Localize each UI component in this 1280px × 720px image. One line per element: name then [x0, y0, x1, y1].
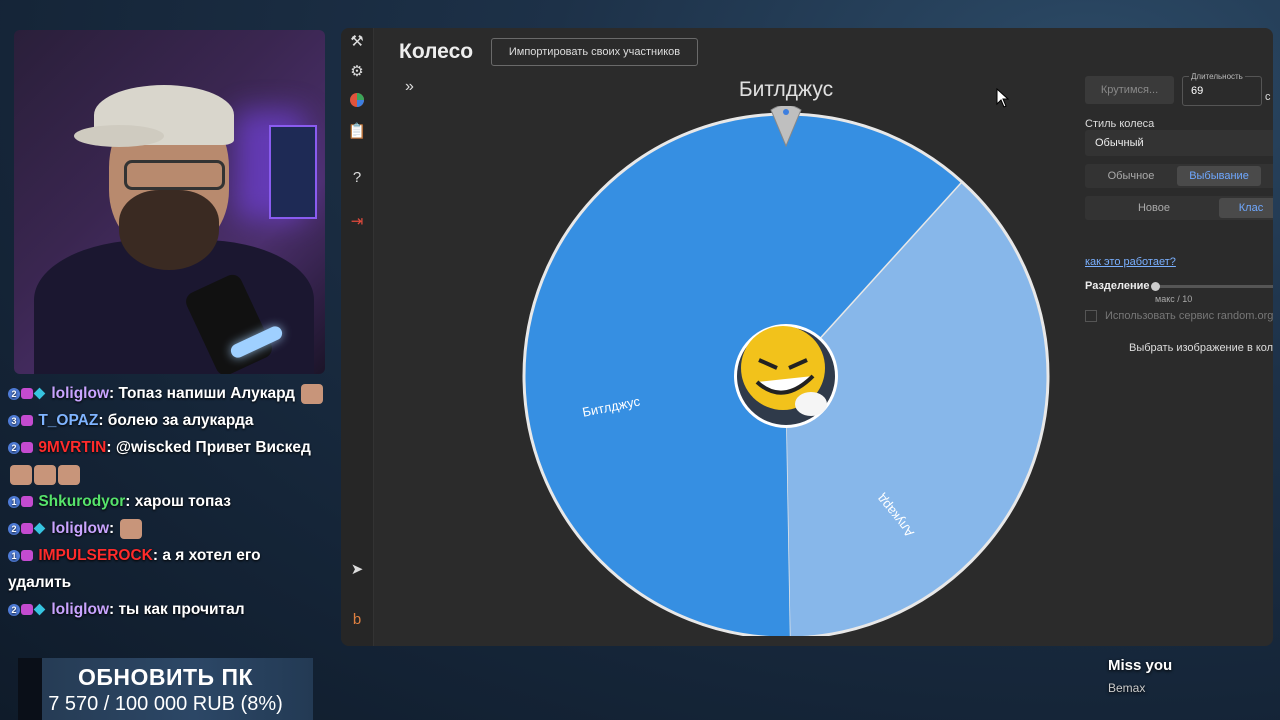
slider-knob[interactable] — [1151, 282, 1160, 291]
gem-badge-icon — [33, 523, 46, 535]
split-label: Разделение — [1085, 280, 1150, 292]
gem-badge-icon — [33, 604, 46, 616]
sub-badge-icon: 1 — [8, 495, 20, 508]
help-icon[interactable]: ? — [347, 168, 367, 188]
sub-badge-icon: 2 — [8, 387, 20, 400]
heart-badge-icon — [21, 388, 33, 400]
sub-badge-icon: 2 — [8, 441, 20, 454]
chat-username: loliglow — [51, 385, 109, 402]
sub-badge-icon: 3 — [8, 414, 20, 427]
emote-icon — [58, 464, 80, 485]
chat-text: болею за алукарда — [107, 412, 254, 429]
chat-username: Shkurodyor — [38, 493, 126, 510]
chat-message: 1 IMPULSEROCK: а я хотел его удалить — [8, 547, 261, 591]
side-rail: ⚒ ⚙ 📋 ? ⇥ ➤ b — [341, 28, 374, 646]
chat-text: @wiscked Привет Вискед — [115, 439, 311, 456]
clipboard-icon[interactable]: 📋 — [347, 122, 367, 142]
mode-toggle: Обычное Выбывание — [1085, 164, 1273, 188]
goal-progress-text: 7 570 / 100 000 RUB (8%) — [48, 693, 283, 715]
random-org-checkbox[interactable] — [1085, 310, 1097, 323]
sub-badge-icon: 2 — [8, 522, 20, 535]
wheel-style-label: Стиль колеса — [1085, 118, 1155, 130]
type-toggle: Новое Клас — [1085, 196, 1273, 220]
mode-option-normal[interactable]: Обычное — [1089, 166, 1173, 186]
logout-icon[interactable]: ⇥ — [347, 212, 367, 232]
chat-message: 1 Shkurodyor: харош топаз — [8, 488, 328, 515]
heart-badge-icon — [21, 550, 33, 562]
emote-icon — [120, 518, 143, 539]
emote-icon — [301, 383, 324, 404]
streamer-glasses — [124, 160, 225, 190]
duration-unit: с — [1265, 91, 1271, 103]
random-org-label: Использовать сервис random.org — [1105, 310, 1273, 322]
chat-username: T_OPAZ — [38, 412, 99, 429]
chat-username: IMPULSEROCK — [38, 547, 153, 564]
chat-username: loliglow — [51, 601, 109, 618]
chat-message: 2 loliglow: — [8, 515, 328, 542]
wheel[interactable]: БитлджусАлукард — [521, 106, 1051, 636]
spin-button[interactable]: Крутимся... — [1085, 76, 1174, 104]
sub-badge-icon: 1 — [8, 549, 20, 562]
split-slider[interactable] — [1151, 282, 1273, 291]
wheel-app-window: ⚒ ⚙ 📋 ? ⇥ ➤ b Колесо Импортировать своих… — [341, 28, 1273, 646]
chat-username: loliglow — [51, 520, 109, 537]
chat-username: 9MVRTIN — [38, 439, 107, 456]
page-title: Колесо — [399, 40, 474, 63]
streamer-cap-brim — [74, 125, 164, 147]
heart-badge-icon — [21, 523, 33, 535]
webcam-feed — [14, 30, 325, 374]
duration-label: Длительность — [1189, 72, 1245, 81]
chat-overlay: 2 loliglow: Топаз напиши Алукард 3 T_OPA… — [8, 380, 328, 623]
heart-badge-icon — [21, 442, 33, 454]
donation-goal: ОБНОВИТЬ ПК 7 570 / 100 000 RUB (8%) — [18, 658, 313, 720]
split-max: макс / 10 — [1155, 294, 1193, 304]
brand-icon[interactable]: b — [347, 610, 367, 630]
how-it-works-link[interactable]: как это работает? — [1085, 256, 1176, 268]
chat-message: 2 9MVRTIN: @wiscked Привет Вискед — [8, 434, 328, 488]
wheel-center-emoji — [734, 324, 838, 428]
type-option-classic[interactable]: Клас — [1219, 198, 1273, 218]
pick-image-button[interactable]: Выбрать изображение в кол — [1129, 342, 1273, 354]
gavel-icon[interactable]: ⚒ — [347, 32, 367, 52]
chat-message: 2 loliglow: ты как прочитал — [8, 596, 328, 623]
emote-icon — [10, 464, 32, 485]
import-participants-button[interactable]: Импортировать своих участников — [491, 38, 698, 66]
wheel-style-select[interactable]: Обычный — [1085, 130, 1273, 156]
chat-text: ты как прочитал — [118, 601, 245, 618]
gem-badge-icon — [33, 388, 46, 400]
chat-text: Топаз напиши Алукард — [118, 385, 295, 402]
type-option-new[interactable]: Новое — [1089, 198, 1219, 218]
background-monitor — [269, 125, 317, 219]
heart-badge-icon — [21, 604, 33, 616]
sub-badge-icon: 2 — [8, 603, 20, 616]
duration-field[interactable]: Длительность 69 — [1182, 72, 1262, 106]
streamer-beard — [119, 190, 219, 270]
telegram-icon[interactable]: ➤ — [347, 560, 367, 580]
mode-option-elimination[interactable]: Выбывание — [1177, 166, 1261, 186]
duration-value: 69 — [1191, 85, 1204, 97]
now-playing-artist: Bemax — [1108, 681, 1146, 695]
heart-badge-icon — [21, 496, 33, 508]
chat-message: 2 loliglow: Топаз напиши Алукард — [8, 380, 328, 407]
random-org-option[interactable]: Использовать сервис random.org — [1085, 310, 1273, 323]
chat-text: харош топаз — [134, 493, 231, 510]
goal-title: ОБНОВИТЬ ПК — [77, 664, 254, 690]
chat-message: 3 T_OPAZ: болею за алукарда — [8, 407, 328, 434]
mouse-cursor-icon — [996, 88, 1010, 108]
now-playing-title: Miss you — [1108, 657, 1173, 674]
heart-badge-icon — [21, 415, 33, 427]
emote-icon — [34, 464, 56, 485]
